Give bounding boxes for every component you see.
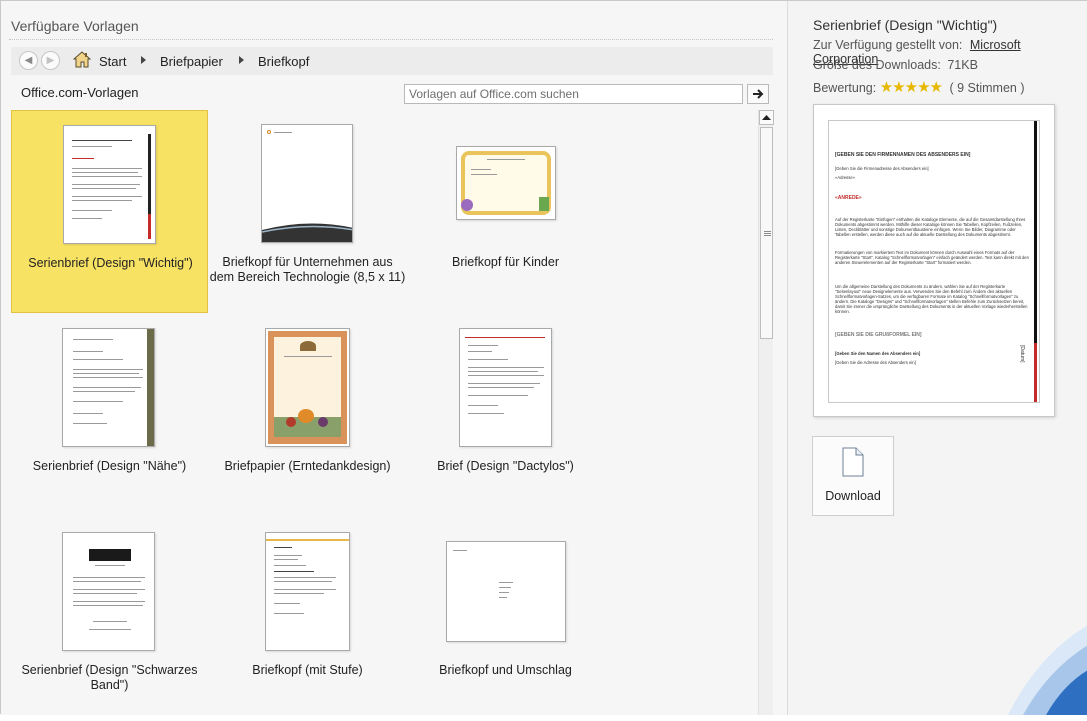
template-label: Briefkopf (mit Stufe) — [252, 663, 363, 677]
template-tile-briefkopf-technologie[interactable]: Briefkopf für Unternehmen aus dem Bereic… — [209, 110, 406, 313]
template-thumbnail — [62, 532, 155, 651]
template-title: Serienbrief (Design "Wichtig") — [813, 17, 998, 33]
preview-heading: [GEBEN SIE DEN FIRMENNAMEN DES ABSENDERS… — [835, 152, 971, 158]
template-thumbnail — [265, 328, 350, 447]
templates-pane: Verfügbare Vorlagen ◀ ▶ Start Briefpapie… — [1, 1, 787, 715]
swoosh-decoration — [1008, 625, 1087, 715]
template-tile-briefpapier-erntedank[interactable]: Briefpapier (Erntedankdesign) — [209, 314, 406, 517]
template-thumbnail — [456, 146, 556, 220]
window: Verfügbare Vorlagen ◀ ▶ Start Briefpapie… — [0, 0, 1087, 715]
star-icon: ★ — [892, 79, 905, 96]
preview-date: [Datum] — [1019, 345, 1025, 363]
template-label: Briefkopf und Umschlag — [439, 663, 572, 677]
download-size-value: 71KB — [947, 58, 978, 72]
home-icon[interactable] — [73, 51, 91, 68]
template-tile-briefkopf-umschlag[interactable]: Briefkopf und Umschlag — [407, 518, 604, 721]
star-icon: ★ — [917, 79, 930, 96]
scroll-thumb[interactable] — [760, 127, 773, 339]
template-tile-briefkopf-kinder[interactable]: Briefkopf für Kinder — [407, 110, 604, 313]
preview-body-1: Auf der Registerkarte "Einfügen" enthalt… — [835, 217, 1026, 237]
template-tile-briefkopf-mit-stufe[interactable]: Briefkopf (mit Stufe) — [209, 518, 406, 721]
star-icon: ★ — [904, 79, 918, 96]
template-thumbnail — [62, 328, 155, 447]
preview-salutation: «ANREDE» — [835, 195, 862, 201]
breadcrumb: ◀ ▶ Start Briefpapier Briefkopf — [11, 47, 773, 75]
provided-by-label: Zur Verfügung gestellt von: — [813, 38, 963, 52]
rating: Bewertung: ★★★★★ ( 9 Stimmen ) — [813, 78, 1024, 96]
template-thumbnail — [261, 124, 353, 243]
scroll-up-button[interactable] — [759, 110, 774, 125]
template-tile-serienbrief-schwarzes-band[interactable]: Serienbrief (Design "Schwarzes Band") — [11, 518, 208, 721]
download-label: Download — [825, 489, 881, 503]
download-button[interactable]: Download — [812, 436, 894, 516]
rating-label: Bewertung: — [813, 81, 877, 95]
preview-sender-address-2: [Geben Sie die Adresse des Absenders ein… — [835, 360, 916, 365]
star-icon: ★ — [879, 79, 893, 96]
rating-stars: ★★★★★ — [879, 79, 943, 96]
source-label: Office.com-Vorlagen — [21, 85, 139, 100]
preview-document: [GEBEN SIE DEN FIRMENNAMEN DES ABSENDERS… — [828, 120, 1040, 403]
arrow-right-icon[interactable]: ▶ — [41, 51, 60, 70]
template-preview: [GEBEN SIE DEN FIRMENNAMEN DES ABSENDERS… — [813, 104, 1055, 417]
template-tile-brief-dactylos[interactable]: Brief (Design "Dactylos") — [407, 314, 604, 517]
template-tile-serienbrief-naehe[interactable]: Serienbrief (Design "Nähe") — [11, 314, 208, 517]
rating-votes: ( 9 Stimmen ) — [949, 81, 1025, 95]
search-button[interactable] — [747, 84, 769, 104]
divider — [9, 39, 773, 40]
preview-closing: [GEBEN SIE DIE GRUßFORMEL EIN] — [835, 332, 922, 338]
template-thumbnail — [446, 541, 566, 642]
template-thumbnail — [265, 532, 350, 651]
page-title: Verfügbare Vorlagen — [11, 18, 139, 34]
chevron-up-icon — [762, 115, 771, 120]
download-size: Größe des Downloads: 71KB — [813, 58, 978, 72]
template-label: Briefkopf für Kinder — [452, 255, 559, 269]
template-thumbnail — [459, 328, 552, 447]
preview-body-3: Um die allgemeine Darstellung des Dokume… — [835, 284, 1028, 314]
template-label: Serienbrief (Design "Schwarzes Band") — [21, 663, 198, 692]
preview-sender-name: [Geben Sie den Namen des Absenders ein] — [835, 351, 921, 356]
breadcrumb-briefpapier[interactable]: Briefpapier — [160, 54, 223, 69]
breadcrumb-start[interactable]: Start — [99, 54, 126, 69]
details-pane: Serienbrief (Design "Wichtig") Zur Verfü… — [787, 1, 1087, 715]
template-label: Briefkopf für Unternehmen aus dem Bereic… — [209, 255, 406, 284]
search-input[interactable] — [404, 84, 743, 104]
template-thumbnail — [63, 125, 156, 244]
chevron-right-icon — [239, 56, 244, 64]
scrollbar[interactable] — [758, 110, 774, 715]
template-label: Brief (Design "Dactylos") — [437, 459, 574, 473]
breadcrumb-briefkopf[interactable]: Briefkopf — [258, 54, 309, 69]
preview-body-2: Formatierungen von markiertem Text im Do… — [835, 250, 1029, 265]
preview-recipient: «Adresse» — [835, 175, 856, 180]
document-icon — [842, 447, 864, 477]
download-size-label: Größe des Downloads: — [813, 58, 941, 72]
star-icon: ★ — [929, 79, 943, 96]
arrow-right-icon — [753, 89, 764, 99]
arrow-left-icon[interactable]: ◀ — [19, 51, 38, 70]
template-label: Serienbrief (Design "Wichtig") — [28, 256, 193, 270]
template-tile-serienbrief-wichtig[interactable]: Serienbrief (Design "Wichtig") — [11, 110, 208, 313]
template-label: Briefpapier (Erntedankdesign) — [224, 459, 391, 473]
template-label: Serienbrief (Design "Nähe") — [32, 459, 187, 473]
chevron-right-icon — [141, 56, 146, 64]
preview-sender-address: [Geben Sie die Firmenadresse des Absende… — [835, 166, 929, 171]
